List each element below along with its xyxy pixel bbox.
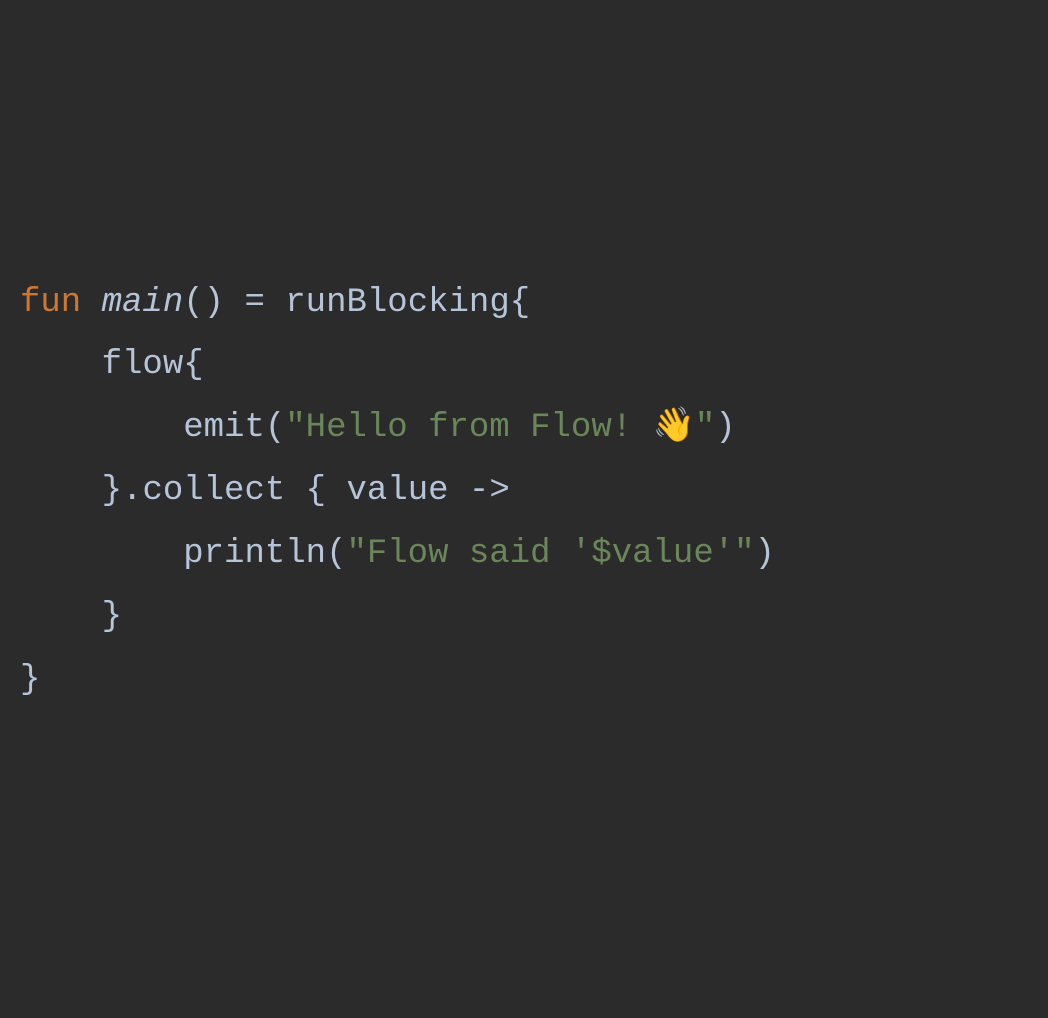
identifier-value: value <box>346 472 448 510</box>
code-line-6: } <box>20 598 122 636</box>
string-literal-hello: "Hello from Flow! 👋" <box>285 409 715 447</box>
function-name-main: main <box>102 284 184 322</box>
brace-close: } <box>102 598 122 636</box>
identifier-collect: collect <box>142 472 285 510</box>
string-literal-part1: "Flow said ' <box>346 535 591 573</box>
paren-open: ( <box>326 535 346 573</box>
code-line-7: } <box>20 661 40 699</box>
string-interpolation: $value <box>591 535 713 573</box>
keyword-fun: fun <box>20 284 81 322</box>
code-line-1: fun main() = runBlocking{ <box>20 284 530 322</box>
code-editor[interactable]: fun main() = runBlocking{ flow{ emit("He… <box>20 272 1028 712</box>
paren-close: ) <box>755 535 775 573</box>
space <box>81 284 101 322</box>
identifier-emit: emit <box>183 409 265 447</box>
indent <box>20 598 102 636</box>
paren-close: ) <box>715 409 735 447</box>
code-line-5: println("Flow said '$value'") <box>20 535 775 573</box>
indent <box>20 472 102 510</box>
code-line-3: emit("Hello from Flow! 👋") <box>20 409 736 447</box>
arrow-operator: -> <box>449 472 510 510</box>
indent <box>20 346 102 384</box>
space-brace: { <box>285 472 346 510</box>
brace-open: { <box>183 346 203 384</box>
brace-close: } <box>102 472 122 510</box>
code-line-4: }.collect { value -> <box>20 472 510 510</box>
brace-open: { <box>510 284 530 322</box>
string-literal-part2: '" <box>714 535 755 573</box>
paren-open: ( <box>265 409 285 447</box>
parentheses: () <box>183 284 224 322</box>
equals-sign: = <box>224 284 285 322</box>
identifier-println: println <box>183 535 326 573</box>
identifier-runBlocking: runBlocking <box>285 284 509 322</box>
identifier-flow: flow <box>102 346 184 384</box>
indent <box>20 535 183 573</box>
indent <box>20 409 183 447</box>
dot-operator: . <box>122 472 142 510</box>
code-line-2: flow{ <box>20 346 204 384</box>
brace-close: } <box>20 661 40 699</box>
